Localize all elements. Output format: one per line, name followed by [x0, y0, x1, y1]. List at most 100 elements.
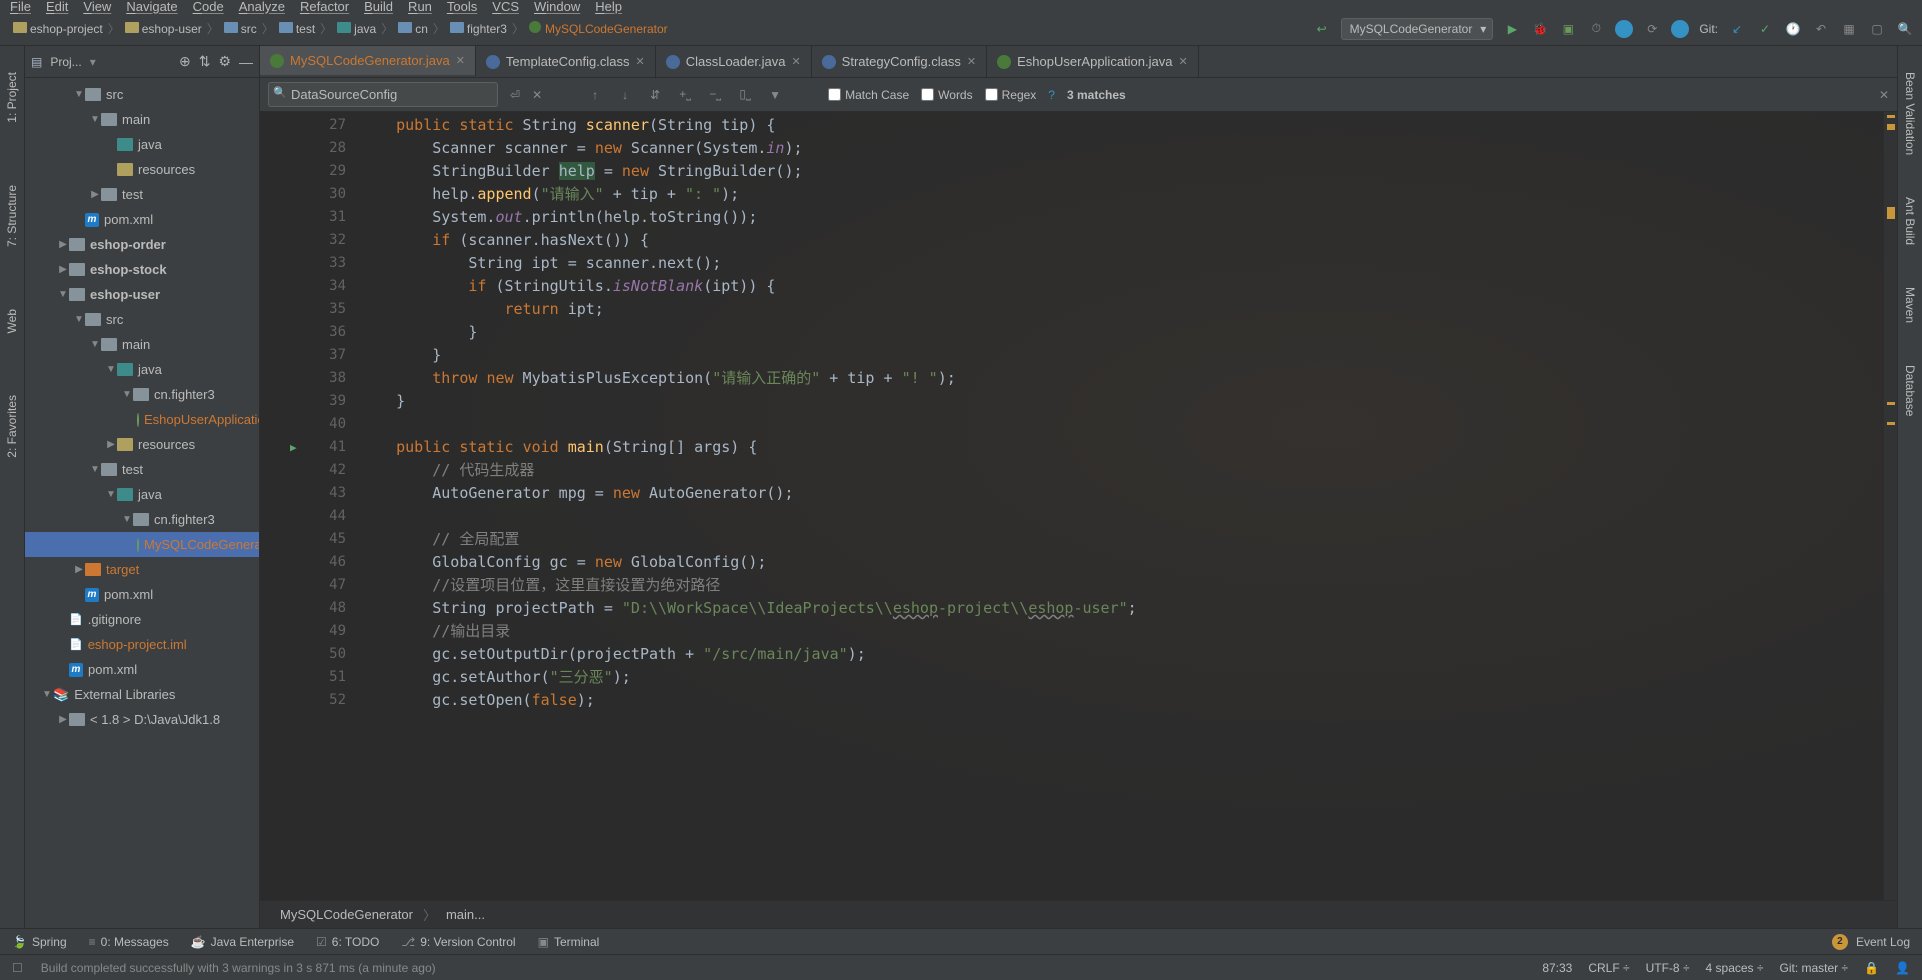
tool-tab-antbuild[interactable]: Ant Build — [1901, 191, 1919, 251]
layout-icon[interactable]: ▦ — [1840, 20, 1858, 38]
close-tab-icon[interactable]: ✕ — [967, 55, 976, 68]
tool-tab-web[interactable]: Web — [3, 303, 21, 339]
tool-tab-structure[interactable]: 7: Structure — [3, 179, 21, 253]
tree-item[interactable]: ▼main — [25, 107, 259, 132]
breadcrumb-item[interactable]: fighter3 — [450, 22, 507, 36]
tree-item[interactable]: mpom.xml — [25, 207, 259, 232]
coverage-icon[interactable]: ▣ — [1559, 20, 1577, 38]
code-content[interactable]: public static String scanner(String tip)… — [360, 112, 1883, 900]
editor-tab[interactable]: StrategyConfig.class✕ — [812, 46, 987, 77]
menu-help[interactable]: Help — [595, 0, 622, 14]
breadcrumb-item[interactable]: src — [224, 22, 257, 36]
breadcrumb-item[interactable]: test — [279, 22, 315, 36]
menu-window[interactable]: Window — [534, 0, 580, 14]
tool-tab-database[interactable]: Database — [1901, 359, 1919, 422]
menu-edit[interactable]: Edit — [46, 0, 68, 14]
words-checkbox[interactable]: Words — [921, 88, 972, 102]
tree-item[interactable]: ▶< 1.8 > D:\Java\Jdk1.8 — [25, 707, 259, 732]
tree-item[interactable]: java — [25, 132, 259, 157]
indent[interactable]: 4 spaces ÷ — [1706, 961, 1764, 975]
tree-item[interactable]: mpom.xml — [25, 657, 259, 682]
project-tree[interactable]: ▼src▼mainjavaresources▶testmpom.xml▶esho… — [25, 78, 259, 928]
tree-item[interactable]: ▼java — [25, 357, 259, 382]
mark-icon[interactable]: ▯⎵ — [736, 86, 754, 104]
select-all-icon[interactable]: ⇵ — [646, 86, 664, 104]
tree-item[interactable]: ▼eshop-user — [25, 282, 259, 307]
bottom-tab-versioncontrol[interactable]: ⎇ 9: Version Control — [401, 935, 515, 949]
filter-icon[interactable]: ▼ — [766, 86, 784, 104]
vcs-history-icon[interactable]: 🕐 — [1784, 20, 1802, 38]
menu-file[interactable]: File — [10, 0, 31, 14]
stop-icon[interactable] — [1615, 20, 1633, 38]
marker-strip[interactable] — [1883, 112, 1897, 900]
vcs-revert-icon[interactable]: ↶ — [1812, 20, 1830, 38]
breadcrumb-item[interactable]: eshop-user — [125, 22, 202, 36]
bottom-tab-javaenterprise[interactable]: ☕ Java Enterprise — [191, 935, 294, 949]
tree-item[interactable]: ▶resources — [25, 432, 259, 457]
menu-build[interactable]: Build — [364, 0, 393, 14]
project-title[interactable]: Proj... — [50, 55, 81, 69]
gear-icon[interactable]: ⚙ — [218, 53, 231, 70]
expand-icon[interactable]: ⇅ — [199, 53, 211, 70]
tree-item[interactable]: resources — [25, 157, 259, 182]
run-config-dropdown[interactable]: MySQLCodeGenerator — [1341, 18, 1494, 40]
tool-tab-maven[interactable]: Maven — [1901, 281, 1919, 329]
bottom-tab-messages[interactable]: ≡ 0: Messages — [89, 935, 169, 949]
remove-selection-icon[interactable]: −⎵ — [706, 86, 724, 104]
tool-tab-project[interactable]: 1: Project — [3, 66, 21, 129]
tree-item[interactable]: ▶target — [25, 557, 259, 582]
tree-item[interactable]: EshopUserApplication — [25, 407, 259, 432]
close-tab-icon[interactable]: ✕ — [1178, 55, 1187, 68]
tree-item[interactable]: ▶eshop-stock — [25, 257, 259, 282]
breadcrumbs[interactable]: eshop-project〉eshop-user〉src〉test〉java〉c… — [8, 18, 673, 39]
close-tab-icon[interactable]: ✕ — [791, 55, 800, 68]
vcs-update-icon[interactable]: ↙ — [1728, 20, 1746, 38]
bottom-tabs[interactable]: 🍃 Spring ≡ 0: Messages ☕ Java Enterprise ☑ … — [12, 935, 599, 949]
menu-refactor[interactable]: Refactor — [300, 0, 349, 14]
breadcrumb-item[interactable]: cn — [398, 22, 428, 36]
tool-tab-beanvalidation[interactable]: Bean Validation — [1901, 66, 1919, 161]
search-icon[interactable]: 🔍 — [1896, 20, 1914, 38]
run-icon[interactable]: ▶ — [1503, 20, 1521, 38]
breadcrumb-item[interactable]: java — [337, 22, 376, 36]
hide-icon[interactable]: — — [239, 54, 253, 70]
prev-match-icon[interactable]: ↑ — [586, 86, 604, 104]
line-gutter[interactable]: 272829303132333435363738394041▶424344454… — [305, 112, 360, 900]
vcs-commit-icon[interactable]: ✓ — [1756, 20, 1774, 38]
caret-position[interactable]: 87:33 — [1542, 961, 1572, 975]
menu-run[interactable]: Run — [408, 0, 432, 14]
event-log-button[interactable]: Event Log — [1856, 935, 1910, 949]
bottom-tab-spring[interactable]: 🍃 Spring — [12, 935, 67, 949]
editor-tabs[interactable]: MySQLCodeGenerator.java✕TemplateConfig.c… — [260, 46, 1897, 78]
add-selection-icon[interactable]: +⎵ — [676, 86, 694, 104]
tree-item[interactable]: ▼cn.fighter3 — [25, 507, 259, 532]
enter-icon[interactable]: ⏎ — [510, 88, 520, 102]
next-match-icon[interactable]: ↓ — [616, 86, 634, 104]
tree-item[interactable]: ▼test — [25, 457, 259, 482]
settings-icon[interactable]: ▢ — [1868, 20, 1886, 38]
tree-item[interactable]: ▼cn.fighter3 — [25, 382, 259, 407]
back-icon[interactable]: ↩ — [1313, 20, 1331, 38]
tree-item[interactable]: ▶test — [25, 182, 259, 207]
tree-item[interactable]: ▼src — [25, 82, 259, 107]
lock-icon[interactable]: 🔒 — [1864, 961, 1879, 975]
line-separator[interactable]: CRLF ÷ — [1588, 961, 1629, 975]
menu-navigate[interactable]: Navigate — [126, 0, 177, 14]
regex-checkbox[interactable]: Regex — [985, 88, 1037, 102]
bottom-tab-todo[interactable]: ☑ 6: TODO — [316, 935, 379, 949]
tree-item[interactable]: ▶eshop-order — [25, 232, 259, 257]
editor-tab[interactable]: ClassLoader.java✕ — [656, 46, 812, 77]
close-find-icon[interactable]: ✕ — [532, 88, 542, 102]
menu-code[interactable]: Code — [193, 0, 224, 14]
code-editor[interactable]: 272829303132333435363738394041▶424344454… — [260, 112, 1897, 900]
tree-item[interactable]: ▼src — [25, 307, 259, 332]
breadcrumb-item[interactable]: eshop-project — [13, 22, 103, 36]
editor-tab[interactable]: MySQLCodeGenerator.java✕ — [260, 46, 476, 77]
close-tab-icon[interactable]: ✕ — [635, 55, 644, 68]
editor-tab[interactable]: EshopUserApplication.java✕ — [987, 46, 1199, 77]
project-dropdown-icon[interactable]: ▤ — [31, 55, 42, 69]
debug-icon[interactable]: 🐞 — [1531, 20, 1549, 38]
encoding[interactable]: UTF-8 ÷ — [1646, 961, 1690, 975]
close-findbar-icon[interactable]: ✕ — [1879, 88, 1889, 102]
tree-item[interactable]: MySQLCodeGenerator — [25, 532, 259, 557]
